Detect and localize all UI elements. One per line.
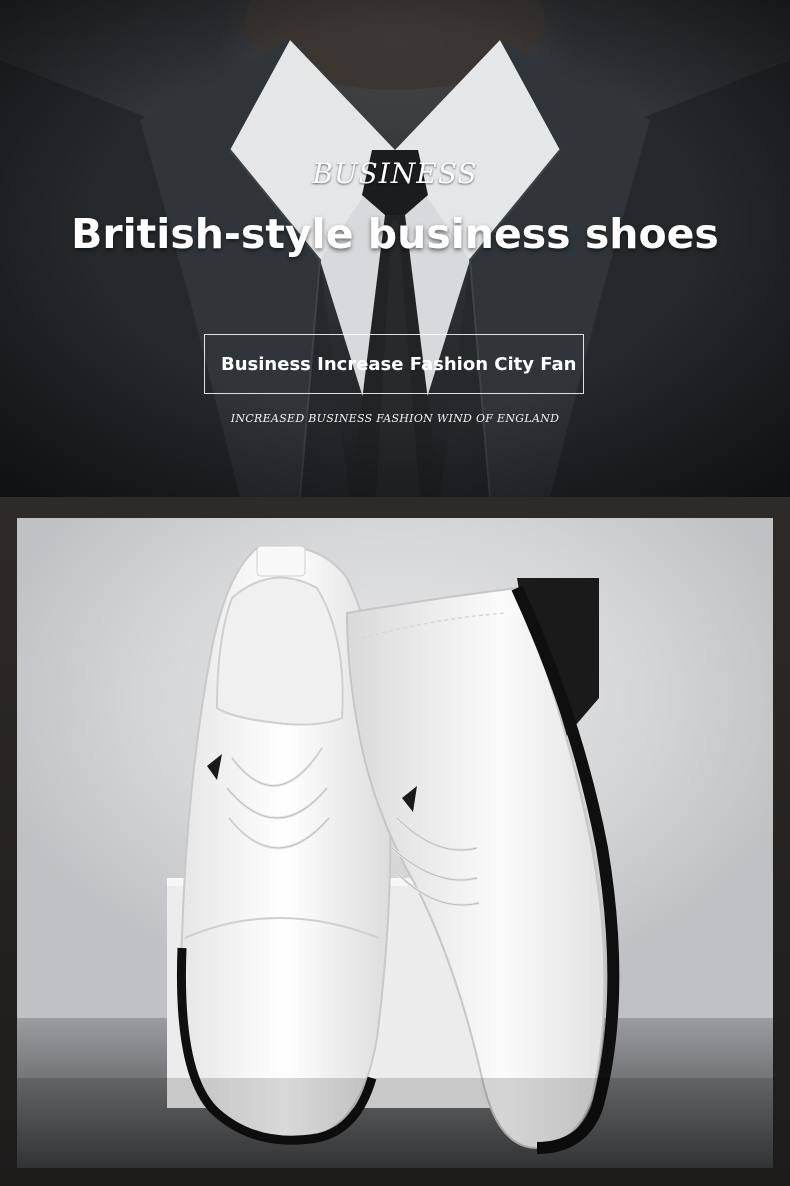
white-shoes-illustration — [17, 545, 773, 1168]
hero-banner: BUSINESS British-style business shoes Bu… — [0, 0, 790, 497]
hero-tagline-box: Business Increase Fashion City Fan — [204, 334, 584, 394]
hero-title: British-style business shoes — [71, 210, 719, 258]
product-detail-page: BUSINESS British-style business shoes Bu… — [0, 0, 790, 1186]
hero-subtitle: INCREASED BUSINESS FASHION WIND OF ENGLA… — [230, 412, 560, 425]
hero-tagline: Business Increase Fashion City Fan — [221, 353, 577, 375]
hero-eyebrow: BUSINESS — [312, 157, 478, 190]
product-photo — [17, 518, 773, 1168]
